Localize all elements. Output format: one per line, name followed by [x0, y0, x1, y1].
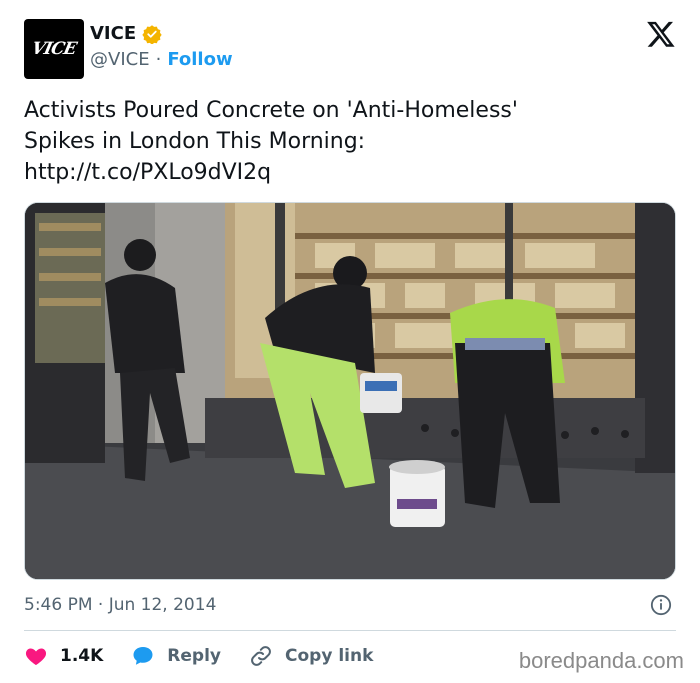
x-logo-icon[interactable]: [646, 19, 676, 49]
tweet-meta: 5:46 PM · Jun 12, 2014: [24, 594, 676, 618]
reply-button[interactable]: Reply: [131, 644, 221, 668]
tweet-header: VICE VICE @VICE · Follow: [24, 19, 676, 79]
heart-icon: [25, 648, 47, 665]
tweet-text: Activists Poured Concrete on 'Anti-Homel…: [24, 95, 664, 188]
reply-label: Reply: [167, 646, 221, 666]
separator: ·: [155, 49, 162, 70]
vice-logo: VICE: [30, 39, 78, 59]
link-icon: [251, 646, 271, 666]
author-handle[interactable]: @VICE: [90, 49, 150, 70]
like-count: 1.4K: [60, 646, 104, 666]
tweet-text-line: Activists Poured Concrete on 'Anti-Homel…: [24, 98, 518, 123]
info-icon[interactable]: [650, 594, 672, 616]
timestamp[interactable]: 5:46 PM · Jun 12, 2014: [24, 595, 216, 615]
verified-badge-icon: [142, 24, 162, 44]
action-bar: 1.4K Reply Copy link: [24, 643, 401, 669]
tweet-link[interactable]: http://t.co/PXLo9dVI2q: [24, 157, 664, 188]
photo-illustration: [25, 203, 675, 579]
speech-bubble-icon: [133, 647, 153, 665]
author-name-row: VICE: [90, 23, 162, 44]
divider: [24, 630, 676, 631]
avatar[interactable]: VICE: [24, 19, 84, 79]
follow-button[interactable]: Follow: [167, 49, 232, 70]
author-name[interactable]: VICE: [90, 23, 136, 44]
tweet-photo[interactable]: [24, 202, 676, 580]
watermark: boredpanda.com: [518, 648, 684, 673]
copy-link-button[interactable]: Copy link: [249, 644, 373, 668]
like-button[interactable]: 1.4K: [24, 644, 103, 668]
copy-link-label: Copy link: [285, 646, 374, 666]
handle-row: @VICE · Follow: [90, 49, 233, 70]
tweet-text-line: Spikes in London This Morning:: [24, 129, 366, 154]
